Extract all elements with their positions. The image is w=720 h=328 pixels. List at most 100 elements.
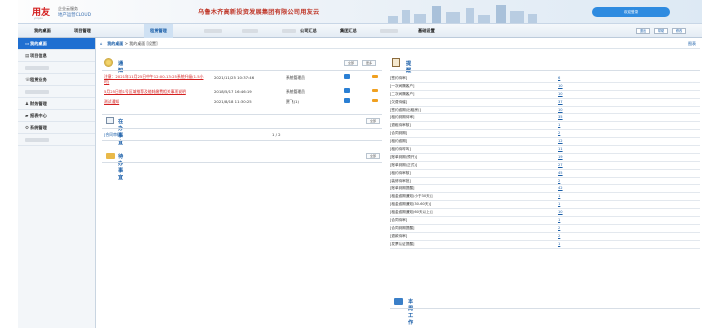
- reminder-label: [租金逾期通知(30-60天)]: [390, 202, 432, 207]
- breadcrumb-home[interactable]: 我的桌面: [107, 41, 123, 46]
- reminder-row: [账单到期(正式)] 27: [390, 162, 700, 170]
- todo-all-button[interactable]: 全部: [366, 118, 380, 124]
- folder-icon: [106, 153, 115, 159]
- notice-row-title[interactable]: 5月25日前1号区域推荐及能耗缴费相关事项说明: [104, 89, 186, 95]
- divider: [102, 140, 382, 141]
- reminder-count-link[interactable]: 2: [558, 225, 560, 233]
- reminder-count-link[interactable]: 1: [558, 241, 560, 249]
- reminder-label: [退款待审]: [390, 233, 408, 238]
- reminder-row: [签约待审] 6: [390, 75, 700, 83]
- nav-project-management[interactable]: 项目管理: [74, 28, 91, 34]
- nav-lease-management[interactable]: 租赁管理: [144, 24, 173, 38]
- reminder-count-link[interactable]: 27: [558, 162, 563, 170]
- header-banner: 用友 yonyou 企业云服务 地产运营CLOUD 乌鲁木齐高新投资发展集团有限…: [18, 0, 702, 24]
- sidebar-item-report-center[interactable]: ▰ 报表中心: [18, 110, 95, 122]
- notice-row-dept: 贾飞(1): [286, 99, 299, 104]
- user-login-button[interactable]: 欢迎登录: [592, 7, 670, 17]
- attachment-icon[interactable]: [344, 74, 350, 79]
- nav-basic-settings[interactable]: 基础设置: [418, 28, 435, 34]
- reminder-row: [合同到期提醒] 2: [390, 225, 700, 233]
- notice-row-title[interactable]: 测试通知: [104, 99, 119, 105]
- clock-icon: [104, 58, 113, 67]
- reminder-row: [发票认证提醒] 1: [390, 241, 700, 249]
- edit-button[interactable]: 修改: [672, 28, 686, 34]
- nav-item-blurred[interactable]: [380, 29, 398, 33]
- reminder-count-link[interactable]: 42: [558, 185, 563, 193]
- new-tag-icon: [372, 89, 378, 92]
- reminder-count-link[interactable]: 1: [558, 217, 560, 225]
- reminder-count-link[interactable]: 10: [558, 209, 563, 217]
- reminder-row: [一次间隔客户] 10: [390, 83, 700, 91]
- notice-all-button[interactable]: 全部: [344, 60, 358, 66]
- blurred-label: [25, 66, 49, 70]
- breadcrumb-separator: >: [124, 41, 128, 46]
- sidebar-item-label: 项目信息: [30, 53, 47, 58]
- reminder-row: [二次间隔客户] 10: [390, 91, 700, 99]
- sidebar-item-lease-business[interactable]: ☏租赁业务: [18, 74, 95, 86]
- sidebar-item-system-management[interactable]: ⚙系统管理: [18, 122, 95, 134]
- top-nav: 我的桌面 项目管理 租赁管理 公司汇总 集团汇总 基础设置 退出 帮助 修改: [18, 24, 702, 38]
- breadcrumb-path[interactable]: 我的桌面 [设置]: [129, 41, 157, 46]
- nav-my-desktop[interactable]: 我的桌面: [34, 28, 51, 34]
- reminder-count-link[interactable]: 2: [558, 130, 560, 138]
- reminder-count-link[interactable]: 1: [558, 122, 560, 130]
- sidebar-item-project-info[interactable]: ▤项目信息: [18, 50, 95, 62]
- reminder-label: [签约待审]: [390, 76, 408, 80]
- reminder-count-link[interactable]: 1: [558, 201, 560, 209]
- notice-row-title[interactable]: 注意：2021年11月25日中午12:00-13:25系统升级(1.5小时): [104, 74, 208, 84]
- blurred-label: [25, 138, 49, 142]
- breadcrumb: ⌂ 我的桌面 > 我的桌面 [设置] 图表: [100, 39, 700, 49]
- reminder-row: [租约待呼叫] 11: [390, 146, 700, 154]
- sidebar-item-label: 财务管理: [30, 101, 47, 106]
- reminder-count-link[interactable]: 19: [558, 154, 563, 162]
- reminder-count-link[interactable]: 11: [558, 146, 563, 154]
- attachment-icon[interactable]: [344, 88, 350, 93]
- nav-group-summary[interactable]: 集团汇总: [340, 28, 357, 34]
- reminder-label: [二次间隔客户]: [390, 91, 415, 96]
- nav-item-blurred[interactable]: [242, 29, 258, 33]
- sidebar-item-blurred[interactable]: [18, 86, 95, 98]
- reminder-count-link[interactable]: 45: [558, 170, 563, 178]
- brand-line-2: 地产运营CLOUD: [58, 13, 91, 18]
- reminder-row: [租约逾期] 12: [390, 138, 700, 147]
- todo-row-value[interactable]: 1 / 2: [272, 132, 281, 137]
- reminder-count-link[interactable]: 6: [558, 75, 560, 83]
- reminder-row: [退租待审核] 1: [390, 122, 700, 131]
- reminder-label: [退租待审核]: [390, 123, 411, 128]
- reminder-label: [租约待呼叫]: [390, 147, 411, 152]
- reminder-row: [租金逾期通知(60天以上)] 10: [390, 209, 700, 218]
- todo-row-name[interactable]: [合同审核]: [104, 132, 122, 138]
- sidebar-item-blurred[interactable]: [18, 62, 95, 74]
- sidebar-item-label: 系统管理: [30, 125, 47, 130]
- sidebar-item-finance[interactable]: ♟财务管理: [18, 98, 95, 110]
- reminder-count-link[interactable]: 35: [558, 114, 563, 122]
- pending-all-button[interactable]: 全部: [366, 153, 380, 159]
- help-button[interactable]: 帮助: [654, 28, 668, 34]
- reminder-count-link[interactable]: 2: [558, 178, 560, 186]
- chart-link[interactable]: 图表: [688, 39, 696, 49]
- reminder-count-link[interactable]: 10: [558, 83, 563, 91]
- monitor-icon: [394, 298, 403, 305]
- nav-item-blurred[interactable]: [204, 29, 222, 33]
- reminder-label: [租约到期待审]: [390, 115, 415, 120]
- reminder-count-link[interactable]: 2: [558, 233, 560, 241]
- reminder-label: [账单到期(预开)]: [390, 154, 418, 159]
- reminder-count-link[interactable]: 10: [558, 107, 563, 115]
- reminder-count-link[interactable]: 12: [558, 138, 563, 146]
- sidebar-item-my-desktop[interactable]: ▭我的桌面: [18, 38, 95, 50]
- sidebar-item-blurred[interactable]: [18, 134, 95, 146]
- notice-row-dept: 系统管理员: [286, 89, 305, 94]
- nav-item-blurred[interactable]: [282, 29, 296, 33]
- notice-row-time: 2021/11/25 10:37:46: [214, 75, 255, 80]
- nav-company-summary[interactable]: 公司汇总: [300, 28, 317, 34]
- logout-button[interactable]: 退出: [636, 28, 650, 34]
- sidebar-item-label: 我的桌面: [30, 41, 47, 46]
- reminder-row: [合同到期] 2: [390, 130, 700, 139]
- notice-more-button[interactable]: 更多: [362, 60, 376, 66]
- reminder-count-link[interactable]: 10: [558, 91, 563, 99]
- attachment-icon[interactable]: [344, 98, 350, 103]
- city-skyline-illustration: [378, 3, 618, 23]
- reminder-count-link[interactable]: 1: [558, 193, 560, 201]
- reminder-label: [合同到期提醒]: [390, 225, 415, 230]
- reminder-count-link[interactable]: 37: [558, 99, 563, 107]
